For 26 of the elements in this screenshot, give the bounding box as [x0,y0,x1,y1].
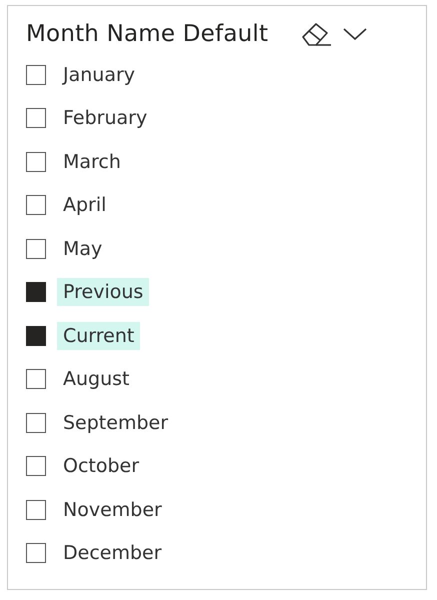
month-option[interactable]: Previous [57,278,150,306]
checkbox[interactable] [26,64,46,85]
checkbox[interactable] [26,108,46,128]
month-option[interactable]: August [57,365,136,394]
checkbox[interactable] [26,369,46,390]
checkbox[interactable] [26,238,46,259]
month-option[interactable]: November [57,496,168,524]
month-option[interactable]: January [57,60,142,89]
checkbox[interactable] [26,152,46,172]
chevron-down-icon[interactable] [342,26,368,42]
month-option[interactable]: Current [57,322,140,350]
slicer-title: Month Name Default [26,21,268,47]
checkbox[interactable] [26,543,46,564]
month-option[interactable]: May [57,234,108,263]
month-option[interactable]: March [57,148,127,176]
checkbox[interactable] [26,282,46,302]
checkbox[interactable] [26,412,46,433]
checkbox[interactable] [26,326,46,346]
checkbox[interactable] [26,456,46,476]
checkbox[interactable] [26,195,46,216]
month-option[interactable]: September [57,408,174,437]
month-option[interactable]: February [57,104,154,132]
month-option[interactable]: December [57,539,168,568]
checkbox[interactable] [26,500,46,520]
month-option[interactable]: October [57,452,146,480]
month-option[interactable]: April [57,191,112,220]
